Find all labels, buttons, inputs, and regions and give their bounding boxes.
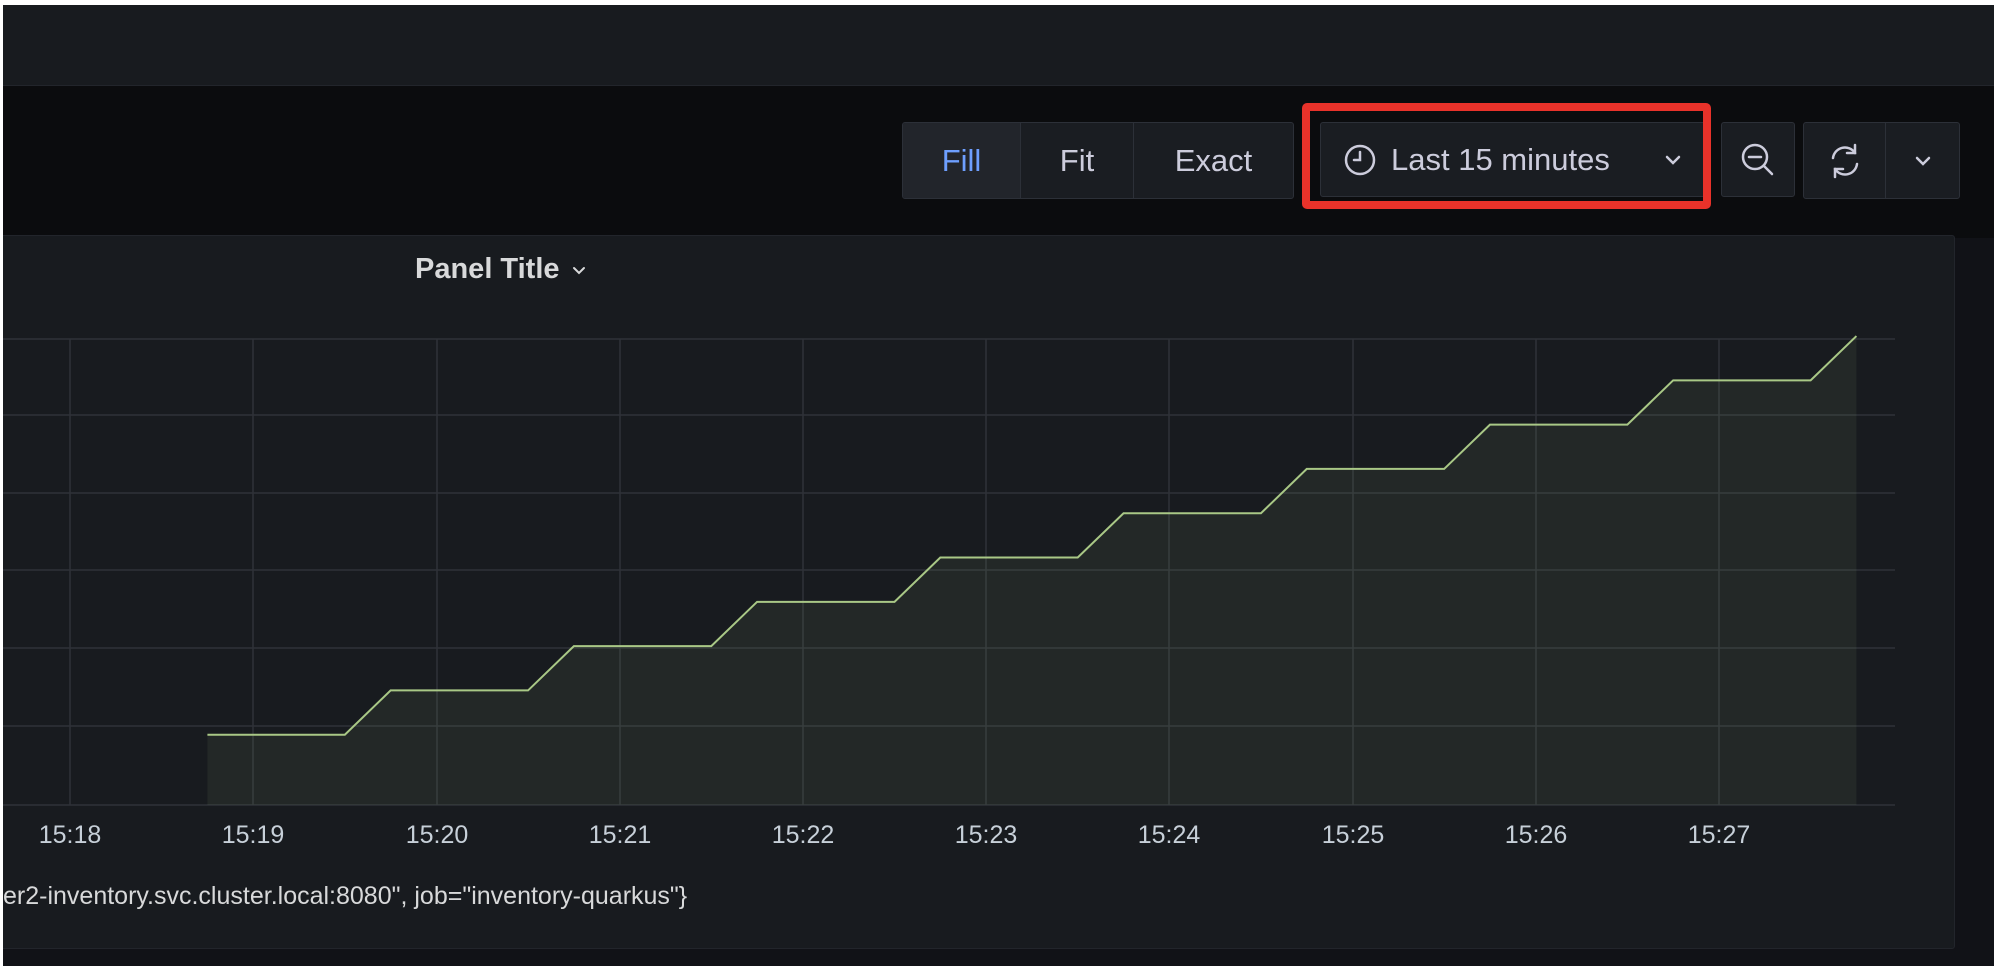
x-tick-label: 15:19 [222,821,285,849]
x-tick-label: 15:24 [1138,821,1201,849]
time-series-chart[interactable]: 15:18 15:19 15:20 15:21 15:22 15:23 15:24 15:25… [3,5,1994,966]
grafana-window: Fill Fit Exact Last 15 minutes Panel Tit… [3,5,1994,966]
x-tick-label: 15:18 [39,821,102,849]
x-tick-label: 15:23 [955,821,1018,849]
x-tick-label: 15:27 [1688,821,1751,849]
x-tick-label: 15:22 [772,821,835,849]
x-tick-label: 15:21 [589,821,652,849]
x-tick-label: 15:26 [1505,821,1568,849]
x-tick-label: 15:25 [1322,821,1385,849]
legend-series-label[interactable]: er2-inventory.svc.cluster.local:8080", j… [3,882,687,911]
x-tick-label: 15:20 [406,821,469,849]
